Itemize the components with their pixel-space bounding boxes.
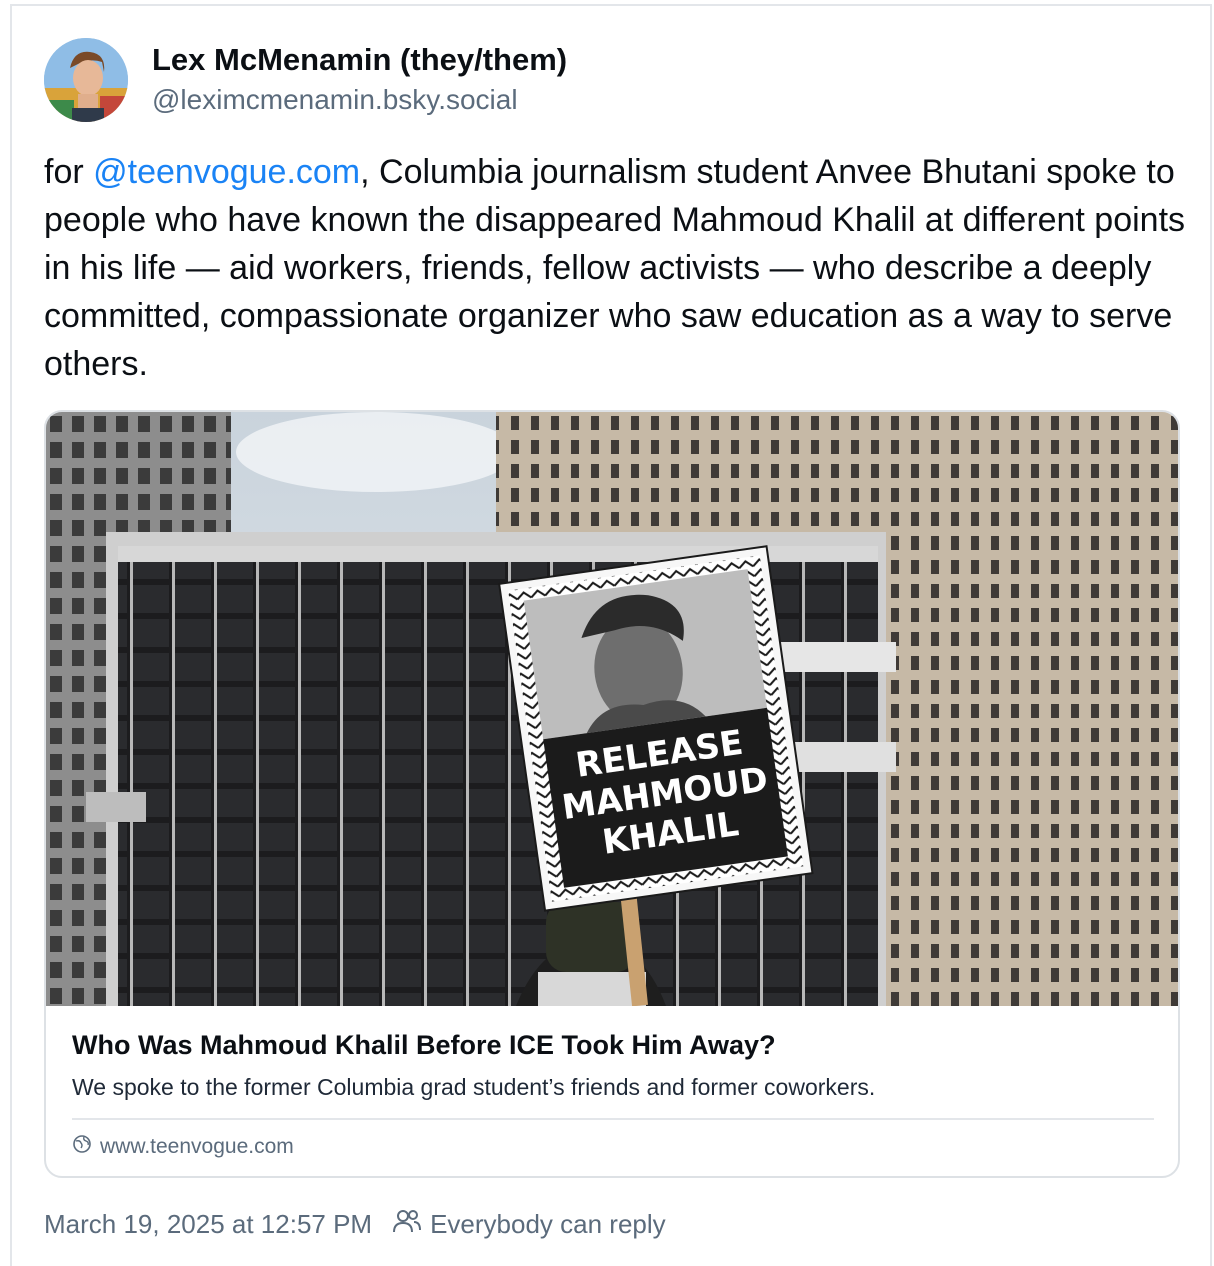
avatar-photo bbox=[44, 38, 128, 122]
post-timestamp[interactable]: March 19, 2025 at 12:57 PM bbox=[44, 1209, 372, 1240]
globe-icon bbox=[72, 1134, 92, 1159]
people-icon bbox=[392, 1208, 422, 1241]
link-card-domain: www.teenvogue.com bbox=[100, 1134, 294, 1158]
link-card-image: RELEASE MAHMOUD KHALIL bbox=[46, 412, 1178, 1006]
link-card-divider bbox=[72, 1118, 1154, 1120]
link-card-domain-row: www.teenvogue.com bbox=[72, 1134, 294, 1159]
reply-setting-label: Everybody can reply bbox=[430, 1209, 666, 1239]
reply-setting[interactable]: Everybody can reply bbox=[392, 1208, 666, 1241]
author-handle[interactable]: @leximcmenamin.bsky.social bbox=[152, 84, 518, 116]
mention-link[interactable]: @teenvogue.com bbox=[93, 153, 360, 191]
author-avatar[interactable] bbox=[44, 38, 128, 122]
link-card[interactable]: RELEASE MAHMOUD KHALIL Who Was Mahmoud K… bbox=[44, 410, 1180, 1178]
link-card-description: We spoke to the former Columbia grad stu… bbox=[72, 1074, 876, 1100]
link-card-title[interactable]: Who Was Mahmoud Khalil Before ICE Took H… bbox=[72, 1030, 776, 1061]
post-meta: March 19, 2025 at 12:57 PM Everybody can… bbox=[44, 1208, 666, 1241]
post-text: for @teenvogue.com, Columbia journalism … bbox=[44, 148, 1194, 388]
author-name[interactable]: Lex McMenamin (they/them) bbox=[152, 42, 567, 78]
post-text-intro: for bbox=[44, 153, 94, 191]
